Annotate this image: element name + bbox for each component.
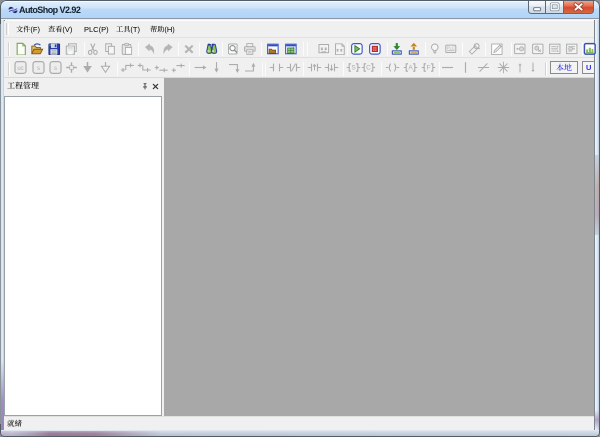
svg-text:C: C	[366, 65, 371, 72]
svg-text:s: s	[37, 66, 40, 72]
svg-text:S: S	[351, 65, 356, 72]
svg-text:s: s	[54, 66, 57, 72]
svg-text:uc: uc	[18, 66, 24, 72]
svg-text:A: A	[408, 65, 413, 72]
svg-text:F: F	[426, 65, 430, 72]
svg-text:PLC: PLC	[447, 45, 455, 50]
